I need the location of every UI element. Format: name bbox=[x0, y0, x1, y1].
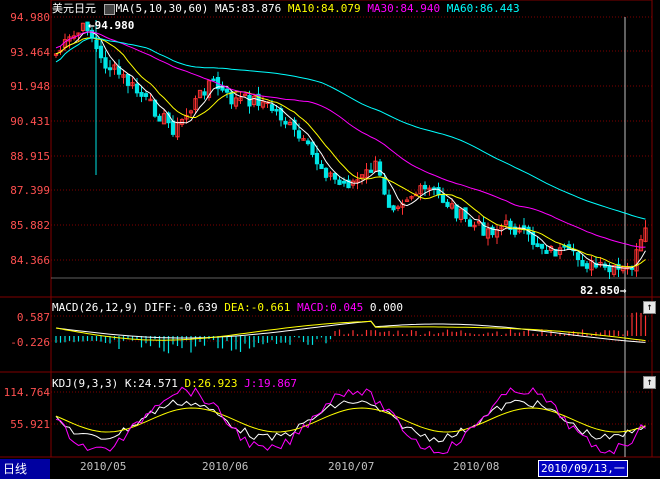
candle-body bbox=[467, 219, 473, 227]
price-axis-label: 90.431 bbox=[10, 115, 50, 128]
high-marker: ←94.980 bbox=[88, 19, 135, 32]
cursor-date: 2010/09/13,一 bbox=[538, 460, 628, 477]
candle-body bbox=[283, 120, 288, 125]
candle-body bbox=[152, 99, 158, 117]
candle-body bbox=[607, 265, 612, 273]
candle-body bbox=[139, 92, 144, 97]
kdj-axis-label: 55.921 bbox=[10, 418, 50, 431]
candle-body bbox=[337, 179, 342, 185]
ma-legend: 美元日元 MA(5,10,30,60) MA5:83.876 MA10:84.0… bbox=[52, 2, 520, 15]
candle-body bbox=[332, 172, 338, 180]
price-axis-label: 85.882 bbox=[10, 219, 50, 232]
ma30-line bbox=[55, 31, 646, 248]
candle-body bbox=[539, 243, 545, 249]
ma60-value: MA60:86.443 bbox=[446, 2, 520, 15]
candle-body bbox=[436, 187, 441, 196]
candle-body bbox=[202, 91, 207, 96]
candle-body bbox=[296, 130, 302, 139]
macd-value: MACD:0.045 bbox=[297, 301, 364, 314]
candle-body bbox=[386, 194, 392, 208]
candle-body bbox=[584, 263, 590, 269]
macd-dea: DEA:-0.661 bbox=[224, 301, 291, 314]
candle-body bbox=[323, 167, 329, 178]
kdj-k: K:24.571 bbox=[124, 377, 178, 390]
candle-body bbox=[382, 177, 387, 195]
candle-body bbox=[440, 194, 446, 203]
candle-body bbox=[269, 104, 275, 111]
ma10-value: MA10:84.079 bbox=[287, 2, 361, 15]
ma10-line bbox=[55, 37, 646, 268]
macd-dea-line bbox=[55, 320, 646, 342]
candle-body bbox=[454, 204, 459, 219]
price-axis-label: 93.464 bbox=[10, 46, 50, 59]
price-axis-label: 94.980 bbox=[10, 11, 50, 24]
candle-body bbox=[422, 184, 428, 190]
candle-body bbox=[103, 57, 108, 69]
ma60-line bbox=[55, 37, 646, 220]
candle-body bbox=[377, 161, 383, 176]
kdj-j: J:19.867 bbox=[244, 377, 298, 390]
price-axis-label: 88.915 bbox=[10, 150, 50, 163]
ma-indicator-label: MA(5,10,30,60) bbox=[115, 2, 209, 15]
chart-canvas[interactable] bbox=[0, 0, 660, 479]
candle-body bbox=[463, 207, 468, 220]
kdj-d: D:26.923 bbox=[184, 377, 238, 390]
low-marker: 82.850→ bbox=[580, 284, 627, 297]
candle-body bbox=[305, 140, 311, 145]
period-tab[interactable]: 日线 bbox=[0, 459, 50, 479]
macd-diff: DIFF:-0.639 bbox=[144, 301, 218, 314]
date-axis-label: 2010/08 bbox=[453, 460, 500, 473]
candle-body bbox=[314, 152, 320, 165]
low-value: 82.850 bbox=[580, 284, 620, 297]
ma30-value: MA30:84.940 bbox=[367, 2, 441, 15]
candle-body bbox=[229, 91, 234, 105]
candle-body bbox=[535, 243, 540, 248]
candle-body bbox=[134, 83, 140, 94]
candle-body bbox=[247, 94, 252, 107]
macd-label: MACD(26,12,9) bbox=[52, 301, 139, 314]
candle-body bbox=[445, 201, 450, 207]
kdj-d-line bbox=[55, 407, 646, 433]
kdj-legend: KDJ(9,3,3) K:24.571 D:26.923 J:19.867 bbox=[52, 377, 297, 390]
kdj-label: KDJ(9,3,3) bbox=[52, 377, 119, 390]
candle-body bbox=[391, 205, 396, 211]
macd-legend: MACD(26,12,9) DIFF:-0.639 DEA:-0.661 MAC… bbox=[52, 301, 403, 314]
candle-body bbox=[368, 169, 374, 173]
price-axis-label: 84.366 bbox=[10, 254, 50, 267]
candle-body bbox=[224, 88, 230, 93]
kdj-axis-label: 114.764 bbox=[3, 386, 50, 399]
date-axis-label: 2010/05 bbox=[80, 460, 127, 473]
kdj-k-line bbox=[55, 399, 646, 443]
candle-body bbox=[157, 115, 162, 122]
candle-body bbox=[125, 73, 131, 86]
kdj-j-line bbox=[55, 386, 646, 455]
macd-extra: 0.000 bbox=[369, 301, 404, 314]
kdj-expand-button[interactable]: ↑ bbox=[643, 376, 656, 389]
candle-body bbox=[310, 141, 315, 155]
candle-body bbox=[580, 260, 585, 267]
instrument-name: 美元日元 bbox=[52, 2, 96, 15]
candle-body bbox=[274, 108, 279, 112]
ma-indicator-icon[interactable] bbox=[103, 3, 115, 15]
candle-body bbox=[211, 78, 216, 82]
candle-body bbox=[107, 67, 113, 71]
date-axis-label: 2010/07 bbox=[328, 460, 375, 473]
ma5-value: MA5:83.876 bbox=[214, 2, 282, 15]
candle-body bbox=[143, 93, 149, 97]
macd-diff-line bbox=[55, 320, 646, 343]
macd-expand-button[interactable]: ↑ bbox=[643, 301, 656, 314]
ma5-line bbox=[55, 31, 646, 269]
candle-body bbox=[544, 249, 549, 254]
candle-body bbox=[575, 252, 581, 261]
macd-axis-label: -0.226 bbox=[10, 336, 50, 349]
candle-body bbox=[341, 180, 347, 184]
macd-axis-label: 0.587 bbox=[16, 311, 50, 324]
candle-body bbox=[98, 45, 104, 59]
price-axis-label: 87.399 bbox=[10, 184, 50, 197]
date-axis-label: 2010/06 bbox=[202, 460, 249, 473]
candle-body bbox=[170, 120, 176, 135]
price-axis-label: 91.948 bbox=[10, 80, 50, 93]
candle-body bbox=[319, 163, 324, 170]
high-value: 94.980 bbox=[94, 19, 135, 32]
